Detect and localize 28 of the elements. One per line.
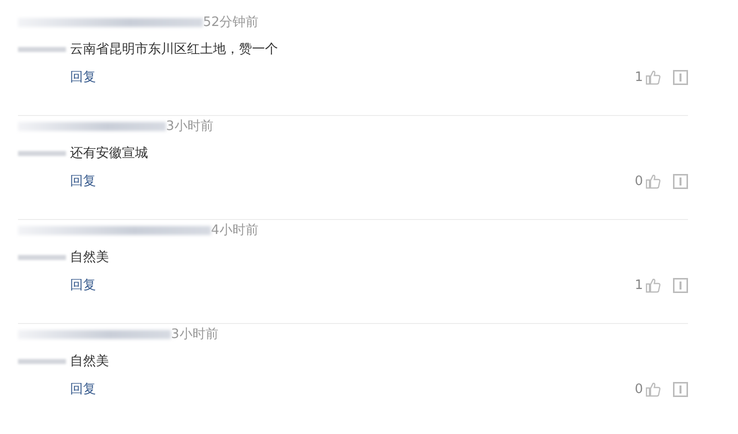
comment-time: 4小时前: [211, 222, 258, 239]
comment-text: 云南省昆明市东川区红土地，赞一个: [70, 41, 278, 58]
reply-link[interactable]: 回复: [70, 172, 96, 190]
thumbs-up-icon[interactable]: [645, 173, 661, 189]
reply-link[interactable]: 回复: [70, 380, 96, 398]
comment-text: 自然美: [70, 353, 109, 370]
thumbs-up-icon[interactable]: [645, 381, 661, 397]
blurred-avatar: [18, 150, 66, 156]
blurred-avatar: [18, 254, 66, 260]
blurred-avatar: [18, 46, 66, 52]
like-count: 0: [634, 382, 643, 396]
like-count: 0: [634, 174, 643, 188]
like-count: 1: [634, 278, 643, 292]
thumbs-up-icon[interactable]: [645, 277, 661, 293]
report-icon[interactable]: [673, 382, 688, 396]
comment-time: 52分钟前: [203, 14, 259, 31]
comment-time: 3小时前: [166, 118, 214, 135]
thumbs-up-icon[interactable]: [645, 69, 661, 85]
report-icon[interactable]: [673, 70, 688, 84]
reply-link[interactable]: 回复: [70, 68, 96, 86]
comment-text: 自然美: [70, 249, 109, 266]
blurred-avatar: [18, 358, 66, 364]
comment-text: 还有安徽宣城: [70, 145, 148, 162]
like-count: 1: [634, 70, 643, 84]
report-icon[interactable]: [673, 174, 688, 188]
report-icon[interactable]: [673, 278, 688, 292]
comment-time: 3小时前: [171, 326, 218, 343]
reply-link[interactable]: 回复: [70, 276, 96, 294]
